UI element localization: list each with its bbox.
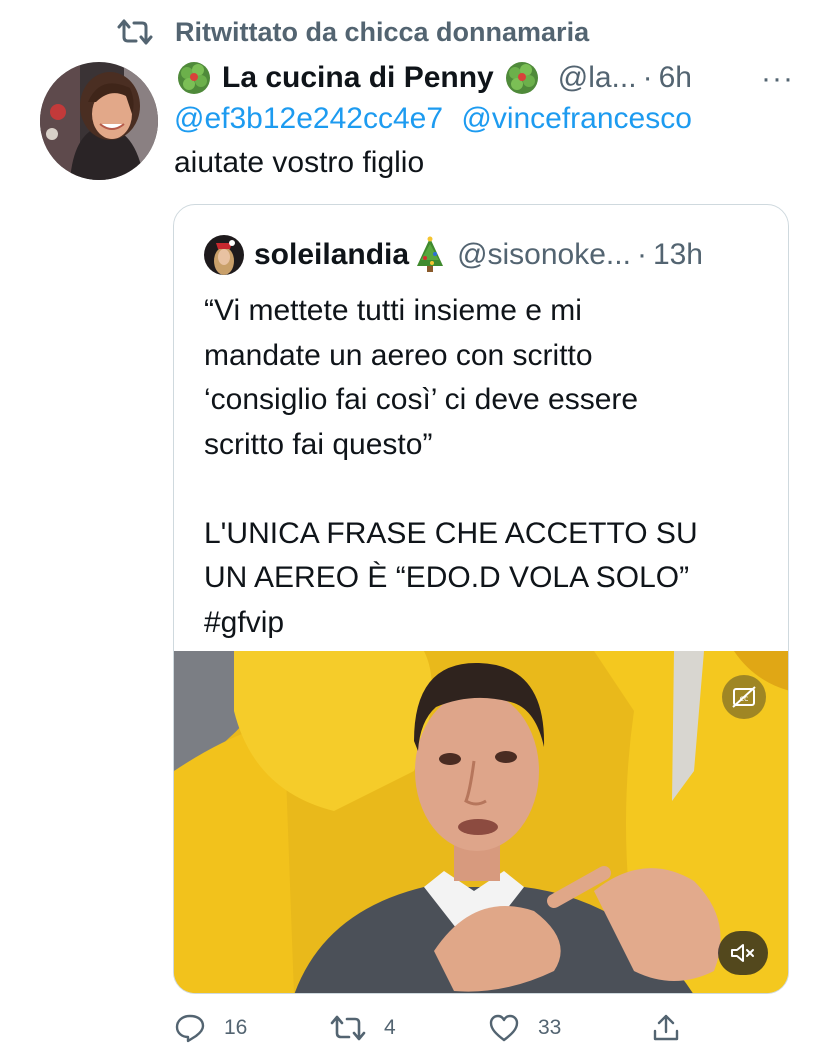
retweet-icon <box>117 19 153 45</box>
quoted-tweet[interactable]: soleilandia @sisonoke... · 13h “Vi mette… <box>173 204 789 994</box>
reply-button[interactable]: 16 <box>174 1008 247 1048</box>
quoted-tweet-text: “Vi mettete tutti insieme e mi mandate u… <box>204 294 698 639</box>
quoted-tweet-header: soleilandia @sisonoke... · 13h <box>204 233 703 277</box>
reply-icon <box>175 1014 205 1043</box>
tweet-actions: 16 4 33 <box>174 1008 694 1048</box>
quoted-video[interactable]: cc <box>174 651 788 993</box>
retweeted-by[interactable]: Ritwittato da chicca donnamaria <box>117 14 589 50</box>
separator-dot: · <box>642 61 653 94</box>
video-frame <box>174 651 788 993</box>
heart-icon <box>489 1014 519 1042</box>
volume-muted-icon <box>731 944 754 962</box>
mentions: @ef3b12e242cc4e7 @vincefrancesco <box>174 102 702 136</box>
like-count: 33 <box>538 1016 562 1039</box>
separator-dot: · <box>636 238 647 271</box>
retweet-count: 4 <box>384 1016 396 1039</box>
tweet-header: La cucina di Penny @la... · 6h ··· <box>174 56 794 100</box>
unmute-button[interactable] <box>718 931 768 975</box>
quoted-time[interactable]: 13h <box>653 238 703 272</box>
captions-off-icon: cc <box>732 686 756 708</box>
author-avatar[interactable] <box>40 62 158 180</box>
author-handle[interactable]: @la... <box>558 61 637 95</box>
quoted-author-avatar[interactable] <box>204 235 244 275</box>
mention-link[interactable]: @vincefrancesco <box>461 102 692 135</box>
christmas-tree-icon <box>417 236 444 272</box>
tweet-text: aiutate vostro figlio <box>174 146 425 179</box>
captions-off-button[interactable]: cc <box>722 675 766 719</box>
quoted-display-name[interactable]: soleilandia <box>254 238 409 272</box>
retweet-button[interactable]: 4 <box>330 1008 396 1048</box>
broccoli-icon <box>178 62 210 94</box>
share-button[interactable] <box>650 1008 700 1048</box>
like-button[interactable]: 33 <box>488 1008 561 1048</box>
tweet-time[interactable]: 6h <box>659 61 692 95</box>
reply-count: 16 <box>224 1016 248 1039</box>
mention-link[interactable]: @ef3b12e242cc4e7 <box>174 102 443 135</box>
author-display-name[interactable]: La cucina di Penny <box>222 61 494 95</box>
retweeted-by-label: Ritwittato da chicca donnamaria <box>175 16 590 47</box>
quoted-handle[interactable]: @sisonoke... <box>457 238 631 272</box>
more-options-icon[interactable]: ··· <box>761 62 794 96</box>
share-icon <box>653 1014 679 1041</box>
broccoli-icon <box>505 62 538 94</box>
retweet-icon <box>330 1015 366 1041</box>
